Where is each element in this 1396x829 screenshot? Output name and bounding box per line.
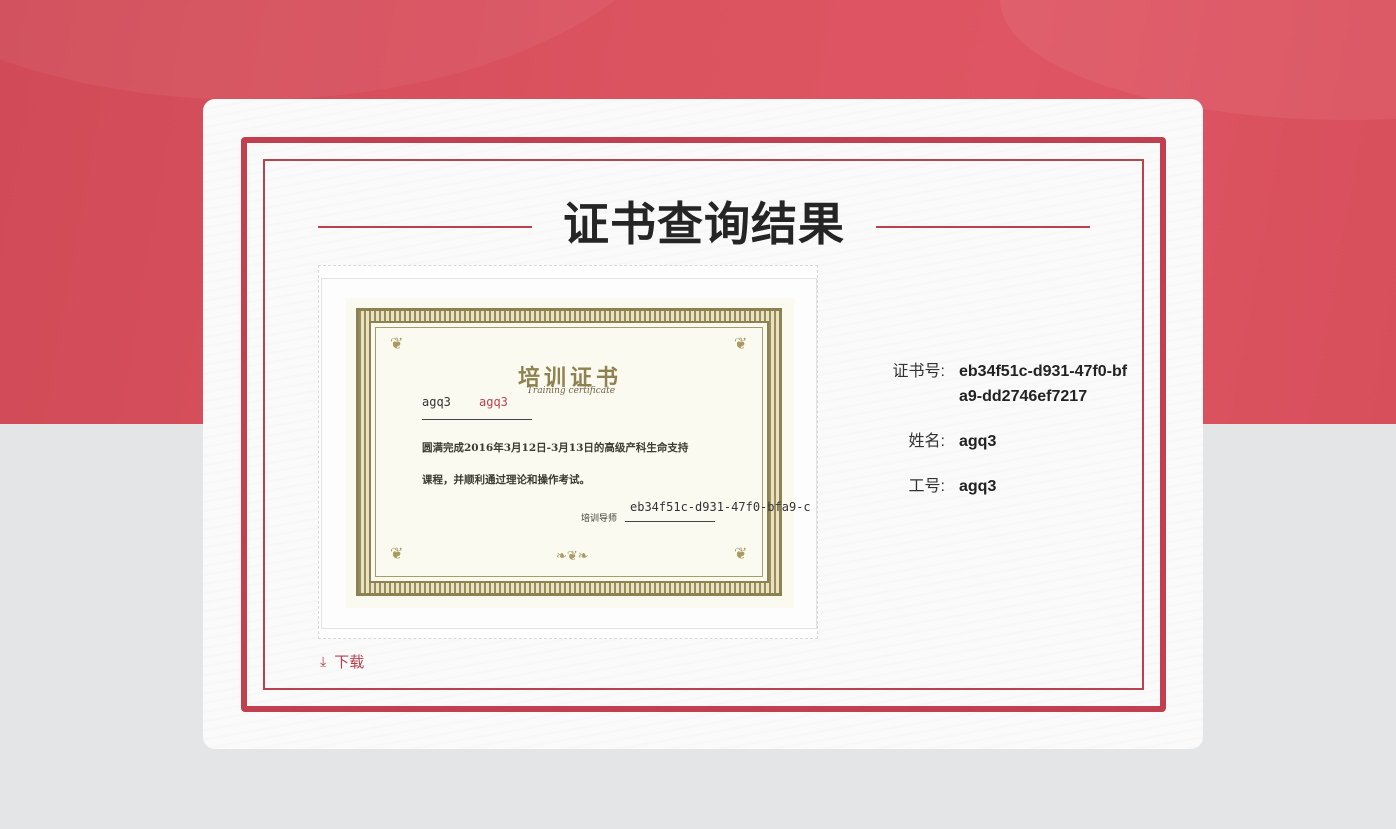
outer-frame: 证书查询结果 ❦ ❦ ❦ ❦ ❧❦❧ 培训证书 Training certifi…: [241, 137, 1166, 712]
info-value: agq3: [959, 478, 997, 495]
download-icon: ⤓: [320, 653, 327, 669]
certificate-info: 证书号: eb34f51c-d931-47f0-bfa9-dd2746ef721…: [873, 359, 1133, 519]
certificate-body-line1: 圆满完成2016年3月12日-3月13日的高级产科生命支持: [422, 442, 689, 454]
bottom-ornament-icon: ❧❦❧: [556, 548, 589, 563]
corner-ornament-icon: ❦: [734, 546, 748, 563]
corner-ornament-icon: ❦: [734, 336, 748, 353]
certificate-image: ❦ ❦ ❦ ❦ ❧❦❧ 培训证书 Training certificate ag…: [346, 298, 794, 608]
certificate-name-highlight: agq3: [479, 395, 508, 409]
name-underline: [422, 419, 532, 420]
certificate-name: agq3: [422, 395, 451, 409]
info-row-employee-id: 工号: agq3: [873, 474, 1133, 499]
certificate-number-overlay: eb34f51c-d931-47f0-bfa9-c: [630, 500, 811, 514]
page-title: 证书查询结果: [563, 198, 845, 250]
corner-ornament-icon: ❦: [390, 546, 404, 563]
certificate-teacher-label: 培训导师: [581, 514, 618, 524]
certificate-subtitle: Training certificate: [526, 386, 616, 396]
title-divider-right: [876, 226, 1090, 228]
info-label: 证书号:: [892, 363, 945, 380]
teacher-underline: [625, 521, 715, 522]
info-label: 姓名:: [908, 433, 945, 450]
corner-ornament-icon: ❦: [390, 336, 404, 353]
title-row: 证书查询结果: [318, 199, 1090, 249]
download-label: 下载: [334, 654, 365, 671]
certificate-body-line2: 课程，并顺利通过理论和操作考试。: [422, 474, 590, 486]
download-button[interactable]: ⤓ 下载: [320, 651, 364, 672]
info-label: 工号:: [908, 478, 945, 495]
info-value: agq3: [959, 433, 997, 450]
inner-frame: 证书查询结果 ❦ ❦ ❦ ❦ ❧❦❧ 培训证书 Training certifi…: [263, 159, 1144, 690]
background-swoosh: [0, 0, 700, 100]
info-value: eb34f51c-d931-47f0-bfa9-dd2746ef7217: [959, 363, 1128, 405]
info-row-cert-number: 证书号: eb34f51c-d931-47f0-bfa9-dd2746ef721…: [873, 359, 1133, 409]
certificate-image-frame: ❦ ❦ ❦ ❦ ❧❦❧ 培训证书 Training certificate ag…: [321, 278, 817, 629]
info-row-name: 姓名: agq3: [873, 429, 1133, 454]
certificate-preview: ❦ ❦ ❦ ❦ ❧❦❧ 培训证书 Training certificate ag…: [318, 265, 818, 639]
